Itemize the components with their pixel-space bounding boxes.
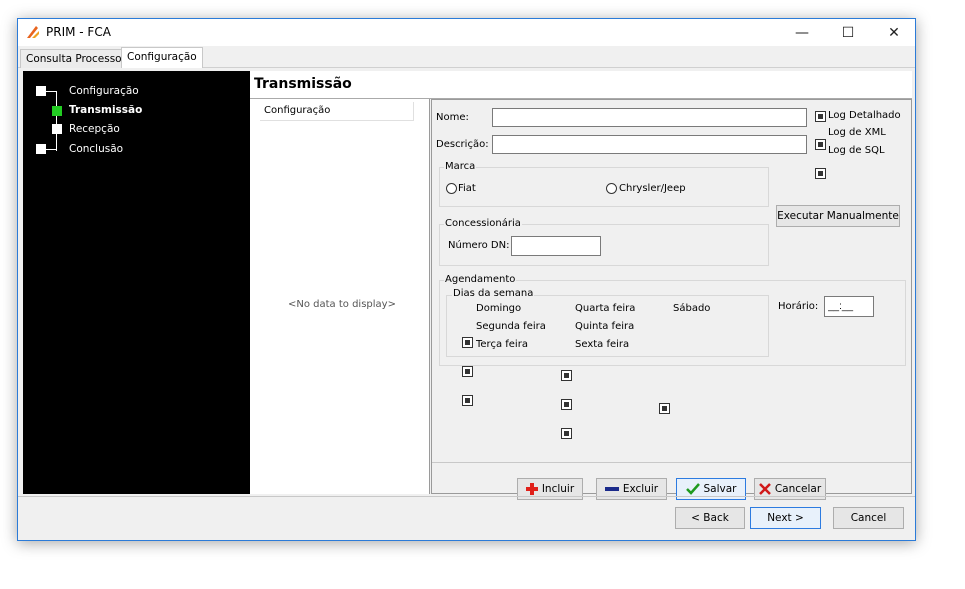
tab-configuracao[interactable]: Configuração (121, 47, 203, 68)
form-panel: Nome: Descrição: Log Detalhado Log de XM… (431, 99, 912, 500)
window-title: PRIM - FCA (46, 25, 111, 39)
marca-group (439, 167, 769, 207)
quarta-feira-checkbox[interactable] (561, 370, 572, 381)
log-sql-checkbox[interactable] (815, 168, 826, 179)
incluir-label: Incluir (541, 483, 575, 495)
nome-input[interactable] (492, 108, 807, 127)
tab-consulta-processos[interactable]: Consulta Processos (20, 49, 134, 68)
step-marker (36, 144, 46, 154)
step-connector (45, 91, 57, 92)
executar-manualmente-button[interactable]: Executar Manualmente (776, 205, 900, 227)
chrysler-jeep-radio[interactable] (606, 183, 617, 194)
terca-feira-label: Terça feira (476, 339, 528, 350)
sexta-feira-checkbox[interactable] (561, 428, 572, 439)
tab-bar: Consulta Processos Configuração (18, 47, 915, 68)
page-header: Transmissão (250, 71, 912, 99)
step-marker (36, 86, 46, 96)
quarta-feira-label: Quarta feira (575, 303, 636, 314)
checkmark-icon (685, 483, 700, 495)
horario-input[interactable] (824, 296, 874, 317)
page-title: Transmissão (254, 76, 352, 92)
configuration-list[interactable]: Configuração <No data to display> (250, 99, 430, 494)
descricao-label: Descrição: (436, 139, 489, 150)
cancel-button[interactable]: Cancel (833, 507, 904, 529)
domingo-label: Domingo (476, 303, 522, 314)
salvar-label: Salvar (703, 483, 737, 495)
title-bar: PRIM - FCA — ☐ ✕ (18, 19, 915, 46)
close-button[interactable]: ✕ (871, 19, 917, 46)
log-detalhado-checkbox[interactable] (815, 111, 826, 122)
list-header-label: Configuração (264, 105, 331, 116)
step-recepcao: Recepção (69, 123, 120, 135)
quinta-feira-checkbox[interactable] (561, 399, 572, 410)
dias-semana-title: Dias da semana (452, 288, 535, 299)
plus-icon (525, 483, 538, 495)
agendamento-title: Agendamento (444, 274, 517, 285)
empty-message: <No data to display> (288, 299, 396, 310)
segunda-feira-checkbox[interactable] (462, 366, 473, 377)
log-detalhado-label: Log Detalhado (828, 110, 901, 121)
step-marker (52, 124, 62, 134)
maximize-button[interactable]: ☐ (825, 19, 871, 46)
wizard-steps-panel: Configuração Transmissão Recepção Conclu… (23, 71, 250, 494)
list-column-header[interactable]: Configuração (260, 102, 414, 121)
quinta-feira-label: Quinta feira (575, 321, 635, 332)
sexta-feira-label: Sexta feira (575, 339, 630, 350)
step-conclusao: Conclusão (69, 143, 124, 155)
marca-title: Marca (444, 161, 477, 172)
horario-label: Horário: (778, 301, 819, 312)
step-marker-active (52, 106, 62, 116)
log-xml-checkbox[interactable] (815, 139, 826, 150)
log-xml-label: Log de XML (828, 127, 886, 138)
sabado-label: Sábado (673, 303, 711, 314)
form-divider (432, 462, 911, 463)
step-configuracao: Configuração (69, 85, 139, 97)
cancelar-label: Cancelar (774, 483, 822, 495)
chrysler-jeep-label: Chrysler/Jeep (619, 183, 686, 194)
step-connector (45, 149, 57, 150)
excluir-label: Excluir (622, 483, 659, 495)
step-connector (56, 91, 57, 151)
x-icon (758, 483, 771, 495)
numero-dn-label: Número DN: (448, 240, 510, 251)
app-logo-icon (27, 26, 39, 38)
descricao-input[interactable] (492, 135, 807, 154)
sabado-checkbox[interactable] (659, 403, 670, 414)
terca-feira-checkbox[interactable] (462, 395, 473, 406)
app-window: PRIM - FCA — ☐ ✕ Consulta Processos Conf… (17, 18, 916, 541)
next-button[interactable]: Next > (750, 507, 821, 529)
fiat-label: Fiat (458, 183, 476, 194)
back-button[interactable]: < Back (675, 507, 745, 529)
log-sql-label: Log de SQL (828, 145, 885, 156)
domingo-checkbox[interactable] (462, 337, 473, 348)
minimize-button[interactable]: — (779, 19, 825, 46)
fiat-radio[interactable] (446, 183, 457, 194)
bottom-divider (18, 496, 915, 497)
concessionaria-title: Concessionária (444, 218, 522, 229)
segunda-feira-label: Segunda feira (476, 321, 546, 332)
numero-dn-input[interactable] (511, 236, 601, 256)
step-transmissao: Transmissão (69, 104, 143, 116)
nome-label: Nome: (436, 112, 469, 123)
minus-icon (604, 487, 619, 491)
